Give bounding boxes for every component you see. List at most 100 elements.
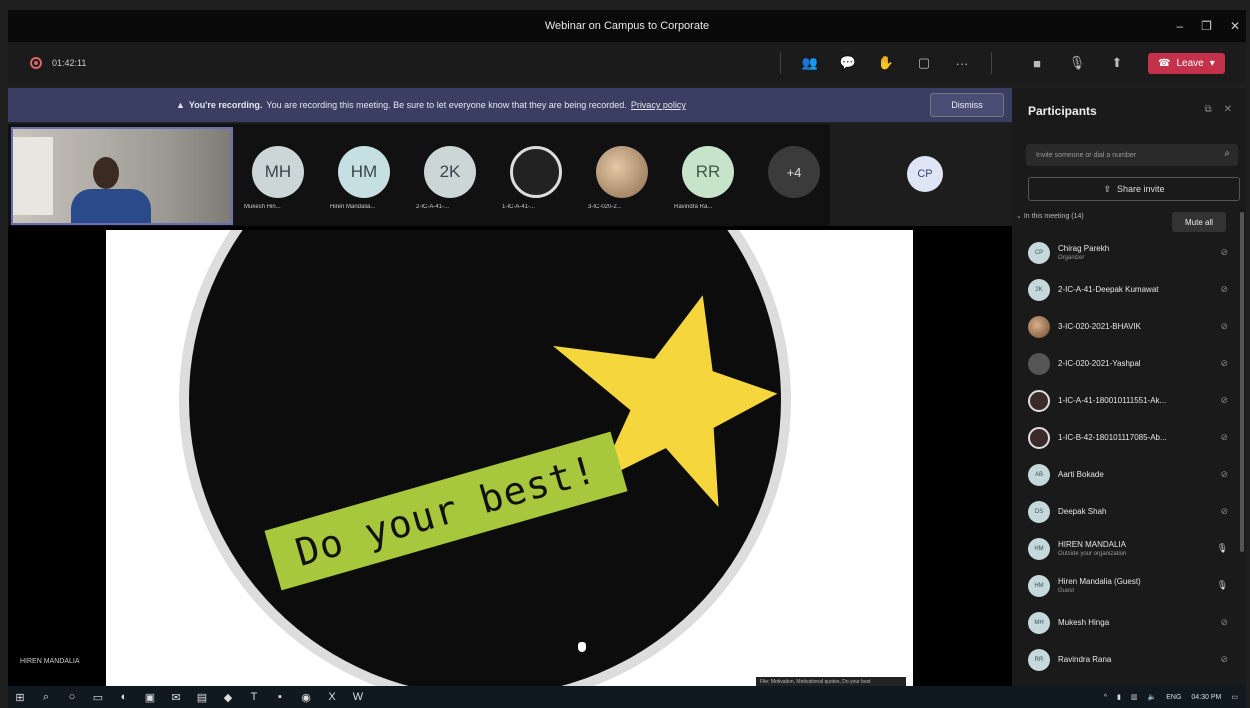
participant-tile[interactable]: HM Hiren Mandalia... [330, 124, 402, 226]
mail-icon[interactable]: ✉ [170, 691, 182, 704]
task-view-icon[interactable]: ▭ [92, 691, 104, 704]
participant-tile[interactable]: 3-IC-020-2... [588, 124, 660, 226]
participant-row[interactable]: 1-IC-B-42-180101117085-Ab... ⊘ [1012, 419, 1238, 456]
participant-role: Organizer [1058, 255, 1085, 261]
leave-button[interactable]: ☎ Leave ▾ [1148, 52, 1225, 74]
recording-banner: ▲ You're recording. You are recording th… [8, 88, 1012, 122]
minimize-icon[interactable]: – [1176, 19, 1183, 33]
app-icon[interactable]: ◆ [222, 691, 234, 704]
close-panel-icon[interactable]: ✕ [1224, 104, 1232, 115]
battery-icon[interactable]: ▮ [1117, 693, 1121, 701]
more-actions-icon[interactable]: ··· [953, 54, 971, 72]
mute-all-button[interactable]: Mute all [1172, 212, 1226, 232]
participant-row[interactable]: MH Mukesh Hinga ⊘ [1012, 604, 1238, 641]
popout-icon[interactable]: ⧉ [1204, 104, 1211, 115]
self-view-video[interactable] [11, 127, 233, 225]
microphone-muted-icon[interactable]: ⊘ [1220, 432, 1228, 443]
participant-avatar[interactable] [510, 146, 562, 198]
participant-tile[interactable]: 1-IC-A-41-... [502, 124, 574, 226]
participant-tiles: MH Mukesh Hin... HM Hiren Mandalia... 2K 2-IC… [244, 124, 832, 226]
microphone-muted-icon[interactable]: ⊘ [1220, 617, 1228, 628]
dismiss-button[interactable]: Dismiss [930, 93, 1004, 117]
clock[interactable]: 04:30 PM [1191, 694, 1221, 701]
word-icon[interactable]: W [352, 691, 364, 703]
participant-avatar [1028, 315, 1050, 338]
participant-text: Aarti Bokade [1058, 470, 1104, 479]
participant-tile-name: Ravindra Ra... [674, 204, 713, 210]
microphone-muted-icon[interactable]: ⊘ [1220, 469, 1228, 480]
participant-row[interactable]: HM Hiren Mandalia (Guest) Guest 🎙 [1012, 567, 1238, 604]
participant-row[interactable]: AB Aarti Bokade ⊘ [1012, 456, 1238, 493]
participant-tile-name: 2-IC-A-41-... [416, 204, 450, 210]
rooms-icon[interactable]: ▢ [915, 54, 933, 72]
participant-row[interactable]: HM HIREN MANDALIA Outside your organizatio… [1012, 530, 1238, 567]
participant-row[interactable]: 2K 2-IC-A-41-Deepak Kumawat ⊘ [1012, 271, 1238, 308]
participant-avatar: RR [1028, 648, 1050, 671]
excel-icon[interactable]: X [326, 691, 338, 703]
microphone-icon[interactable]: 🎙 [1068, 54, 1086, 72]
microphone-muted-icon[interactable]: ⊘ [1220, 284, 1228, 295]
close-icon[interactable]: ✕ [1230, 19, 1240, 33]
cortana-icon[interactable]: ○ [66, 691, 78, 703]
participant-row[interactable]: 3-IC-020-2021-BHAVIK ⊘ [1012, 308, 1238, 345]
chrome-icon[interactable]: ◉ [300, 691, 312, 704]
participant-avatar[interactable]: MH [252, 146, 304, 198]
toolbar-divider [991, 52, 992, 74]
network-icon[interactable]: ▥ [1131, 693, 1138, 701]
share-invite-button[interactable]: ⇪ Share invite [1028, 177, 1240, 201]
maximize-icon[interactable]: ❐ [1201, 19, 1212, 33]
more-participants-button[interactable]: +4 [768, 146, 820, 198]
microphone-muted-icon[interactable]: ⊘ [1220, 321, 1228, 332]
participant-name: Chirag Parekh [1058, 244, 1110, 253]
notification-icon[interactable]: ▭ [1231, 693, 1238, 701]
volume-icon[interactable]: 🔈 [1148, 693, 1157, 701]
privacy-policy-link[interactable]: Privacy policy [631, 100, 686, 110]
participant-tile[interactable]: MH Mukesh Hin... [244, 124, 316, 226]
share-screen-icon[interactable]: ⬆ [1108, 54, 1126, 72]
mouse-cursor-icon [578, 642, 586, 652]
microphone-icon[interactable]: 🎙 [1217, 580, 1228, 591]
participant-tile[interactable]: 2K 2-IC-A-41-... [416, 124, 488, 226]
presenter-avatar[interactable]: CP [907, 156, 943, 192]
app-icon[interactable]: ▪ [274, 691, 286, 703]
participant-avatar[interactable]: HM [338, 146, 390, 198]
participant-tile[interactable]: +4 [760, 124, 832, 226]
language-indicator[interactable]: ENG [1166, 694, 1181, 701]
participant-avatar[interactable]: 2K [424, 146, 476, 198]
microphone-icon[interactable]: 🎙 [1217, 543, 1228, 554]
participants-icon[interactable]: 👥 [801, 54, 819, 72]
search-icon[interactable]: ⌕ [40, 691, 52, 703]
participant-avatar[interactable]: RR [682, 146, 734, 198]
participant-avatar[interactable] [596, 146, 648, 198]
start-icon[interactable]: ⊞ [14, 691, 26, 704]
microphone-muted-icon[interactable]: ⊘ [1220, 247, 1228, 258]
participant-list: CP Chirag Parekh Organizer ⊘ 2K 2-IC-A-41-Dee… [1012, 234, 1238, 678]
participant-tile[interactable]: RR Ravindra Ra... [674, 124, 746, 226]
participant-row[interactable]: CP Chirag Parekh Organizer ⊘ [1012, 234, 1238, 271]
participant-text: 2-IC-020-2021-Yashpal [1058, 359, 1141, 368]
meeting-timer: 01:42:11 [52, 58, 87, 68]
teams-icon[interactable]: T [248, 691, 260, 703]
chat-icon[interactable]: 💬 [839, 54, 857, 72]
microphone-muted-icon[interactable]: ⊘ [1220, 506, 1228, 517]
edge-icon[interactable]: ◐ [118, 691, 130, 703]
dialpad-icon[interactable]: ⌕ [1224, 148, 1230, 159]
store-icon[interactable]: ▣ [144, 691, 156, 704]
chevron-down-icon[interactable]: ▾ [1210, 58, 1215, 69]
participant-row[interactable]: RR Ravindra Rana ⊘ [1012, 641, 1238, 678]
microphone-muted-icon[interactable]: ⊘ [1220, 358, 1228, 369]
participant-row[interactable]: DS Deepak Shah ⊘ [1012, 493, 1238, 530]
participant-avatar: AB [1028, 463, 1050, 486]
file-explorer-icon[interactable]: ▤ [196, 691, 208, 704]
participant-row[interactable]: 1-IC-A-41-180010111551-Ak... ⊘ [1012, 382, 1238, 419]
microphone-muted-icon[interactable]: ⊘ [1220, 654, 1228, 665]
participant-row[interactable]: 2-IC-020-2021-Yashpal ⊘ [1012, 345, 1238, 382]
reactions-icon[interactable]: ✋ [877, 54, 895, 72]
panel-scrollbar[interactable] [1240, 212, 1244, 552]
participant-text: Hiren Mandalia (Guest) Guest [1058, 577, 1141, 594]
in-meeting-section[interactable]: ⌄ In this meeting (14) [1016, 212, 1084, 220]
microphone-muted-icon[interactable]: ⊘ [1220, 395, 1228, 406]
camera-icon[interactable]: ■ [1028, 54, 1046, 72]
invite-input[interactable]: Invite someone or dial a number ⌕ [1026, 144, 1238, 166]
chevron-up-icon[interactable]: ^ [1104, 694, 1107, 701]
